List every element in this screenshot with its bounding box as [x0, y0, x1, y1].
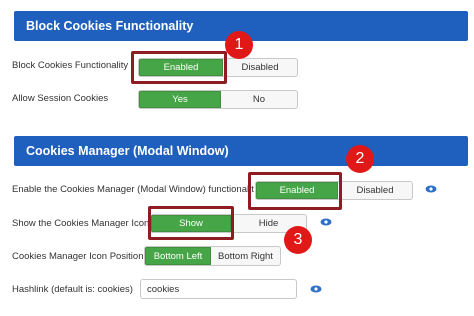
section-title: Cookies Manager (Modal Window)	[26, 144, 229, 158]
callout-badge-3: 3	[284, 226, 312, 254]
eye-icon[interactable]	[425, 185, 437, 193]
icon-position-label: Cookies Manager Icon Position	[12, 251, 144, 262]
session-cookies-toggle: Yes No	[138, 90, 298, 109]
icon-position-toggle: Bottom Left Bottom Right	[144, 246, 281, 266]
block-cookies-enabled-button[interactable]: Enabled	[139, 59, 223, 76]
callout-badge-1: 1	[225, 31, 253, 59]
show-icon-toggle: Show Hide	[150, 214, 307, 233]
section-header-cookies-manager: Cookies Manager (Modal Window)	[14, 136, 468, 166]
callout-badge-2: 2	[346, 145, 374, 173]
section-title: Block Cookies Functionality	[26, 19, 194, 33]
show-icon-show-button[interactable]: Show	[151, 215, 231, 232]
block-cookies-toggle: Enabled Disabled	[138, 58, 298, 77]
enable-manager-disabled-button[interactable]: Disabled	[338, 182, 412, 199]
eye-icon[interactable]	[320, 218, 332, 226]
icon-position-bottom-left-button[interactable]: Bottom Left	[145, 247, 211, 265]
enable-manager-label: Enable the Cookies Manager (Modal Window…	[12, 184, 254, 195]
eye-icon[interactable]	[310, 285, 322, 293]
block-cookies-label: Block Cookies Functionality	[12, 60, 129, 71]
session-cookies-label: Allow Session Cookies	[12, 93, 109, 104]
hashlink-input[interactable]	[140, 279, 297, 299]
block-cookies-disabled-button[interactable]: Disabled	[223, 59, 297, 76]
enable-manager-enabled-button[interactable]: Enabled	[256, 182, 338, 199]
session-cookies-no-button[interactable]: No	[221, 91, 297, 108]
icon-position-bottom-right-button[interactable]: Bottom Right	[211, 247, 280, 265]
hashlink-label: Hashlink (default is: cookies)	[12, 284, 133, 295]
show-icon-label: Show the Cookies Manager Icon	[12, 218, 150, 229]
enable-manager-toggle: Enabled Disabled	[255, 181, 413, 200]
session-cookies-yes-button[interactable]: Yes	[139, 91, 221, 108]
